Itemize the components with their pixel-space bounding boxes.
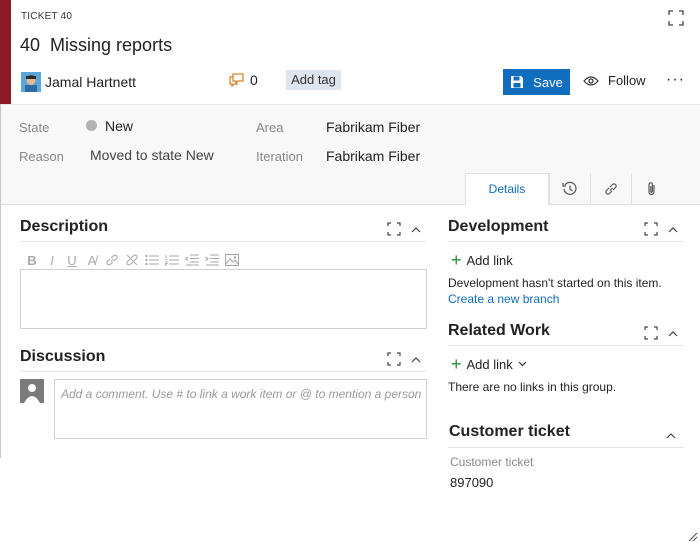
iteration-value[interactable]: Fabrikam Fiber [326, 148, 420, 164]
tab-details[interactable]: Details [465, 173, 549, 205]
image-icon[interactable] [222, 252, 242, 268]
expand-description-icon[interactable] [387, 222, 401, 236]
numbered-list-icon[interactable] [162, 252, 182, 268]
customer-ticket-value[interactable]: 897090 [450, 475, 493, 490]
highlight-icon[interactable]: A̸ [82, 252, 102, 268]
plus-icon: + [451, 250, 462, 270]
area-value[interactable]: Fabrikam Fiber [326, 119, 420, 135]
description-title: Description [20, 218, 109, 235]
chevron-down-icon [518, 361, 527, 367]
work-item-type-color-bar [0, 0, 11, 104]
discussion-divider [20, 371, 427, 372]
save-label: Save [533, 74, 563, 90]
indent-icon[interactable] [202, 252, 222, 268]
tab-links[interactable] [590, 173, 631, 205]
bold-icon[interactable]: B [22, 252, 42, 268]
iteration-label: Iteration [256, 149, 303, 164]
related-work-divider [448, 345, 684, 346]
state-label: State [19, 120, 50, 135]
customer-ticket-title: Customer ticket [449, 423, 570, 440]
link-icon[interactable] [102, 252, 122, 268]
more-actions-button[interactable]: ··· [666, 71, 685, 89]
rich-text-toolbar: B I U A̸ [22, 252, 242, 268]
attachment-icon [648, 182, 655, 196]
description-editor[interactable] [20, 269, 427, 329]
unlink-icon[interactable] [122, 252, 142, 268]
work-item-form: TICKET 40 40 Missing reports Jamal Hartne… [0, 0, 700, 543]
development-status-text: Development hasn't started on this item. [448, 276, 662, 290]
collapse-description-icon[interactable] [411, 226, 421, 234]
development-title: Development [448, 218, 549, 235]
state-indicator-dot [86, 120, 97, 131]
follow-button[interactable]: Follow [583, 73, 646, 88]
eye-icon [583, 75, 599, 86]
plus-icon: + [451, 354, 462, 374]
fullscreen-icon[interactable] [668, 10, 684, 26]
area-label: Area [256, 120, 284, 135]
follow-label: Follow [608, 73, 646, 88]
assignee-name: Jamal Hartnett [45, 74, 137, 90]
save-icon [511, 76, 524, 88]
comment-input[interactable]: Add a comment. Use # to link a work item… [54, 379, 427, 439]
save-button[interactable]: Save [503, 69, 570, 95]
comment-count: 0 [250, 72, 258, 88]
expand-related-work-icon[interactable] [644, 326, 658, 340]
underline-icon[interactable]: U [62, 252, 82, 268]
avatar [21, 72, 41, 92]
bullet-list-icon[interactable] [142, 252, 162, 268]
development-divider [448, 241, 684, 242]
reason-value[interactable]: Moved to state New [90, 147, 214, 163]
customer-ticket-divider [448, 447, 684, 448]
collapse-development-icon[interactable] [668, 226, 678, 234]
work-item-type-label: TICKET 40 [21, 11, 73, 22]
collapse-related-work-icon[interactable] [668, 330, 678, 338]
italic-icon[interactable]: I [42, 252, 62, 268]
outdent-icon[interactable] [182, 252, 202, 268]
related-work-add-link-button[interactable]: + Add link [451, 355, 527, 373]
links-icon [605, 183, 617, 195]
related-work-title: Related Work [448, 322, 550, 339]
discussion-title: Discussion [20, 348, 106, 365]
history-icon [562, 181, 577, 195]
state-value[interactable]: New [105, 118, 133, 134]
resize-handle-icon[interactable] [686, 530, 698, 542]
collapse-customer-ticket-icon[interactable] [666, 432, 676, 440]
customer-ticket-label: Customer ticket [450, 455, 534, 469]
expand-discussion-icon[interactable] [387, 352, 401, 366]
work-item-id: 40 [20, 35, 41, 55]
related-work-add-link-label: Add link [466, 356, 513, 372]
comments-indicator[interactable]: 0 [229, 72, 258, 88]
assigned-to-field[interactable]: Jamal Hartnett [21, 70, 136, 94]
reason-label: Reason [19, 149, 64, 164]
tab-attachments[interactable] [631, 173, 672, 205]
current-user-avatar-icon [20, 379, 44, 403]
development-add-link-button[interactable]: + Add link [451, 251, 513, 269]
work-item-title[interactable]: 40 Missing reports [20, 35, 172, 56]
collapse-discussion-icon[interactable] [411, 356, 421, 364]
expand-development-icon[interactable] [644, 222, 658, 236]
work-item-title-text[interactable]: Missing reports [50, 35, 172, 55]
related-work-empty-text: There are no links in this group. [448, 380, 617, 394]
description-divider [20, 241, 427, 242]
comment-icon [229, 73, 244, 87]
development-add-link-label: Add link [466, 252, 513, 268]
add-tag-button[interactable]: Add tag [286, 70, 341, 90]
create-branch-link[interactable]: Create a new branch [448, 292, 559, 306]
page-tabs: Details [465, 173, 700, 205]
tab-history[interactable] [549, 173, 590, 205]
